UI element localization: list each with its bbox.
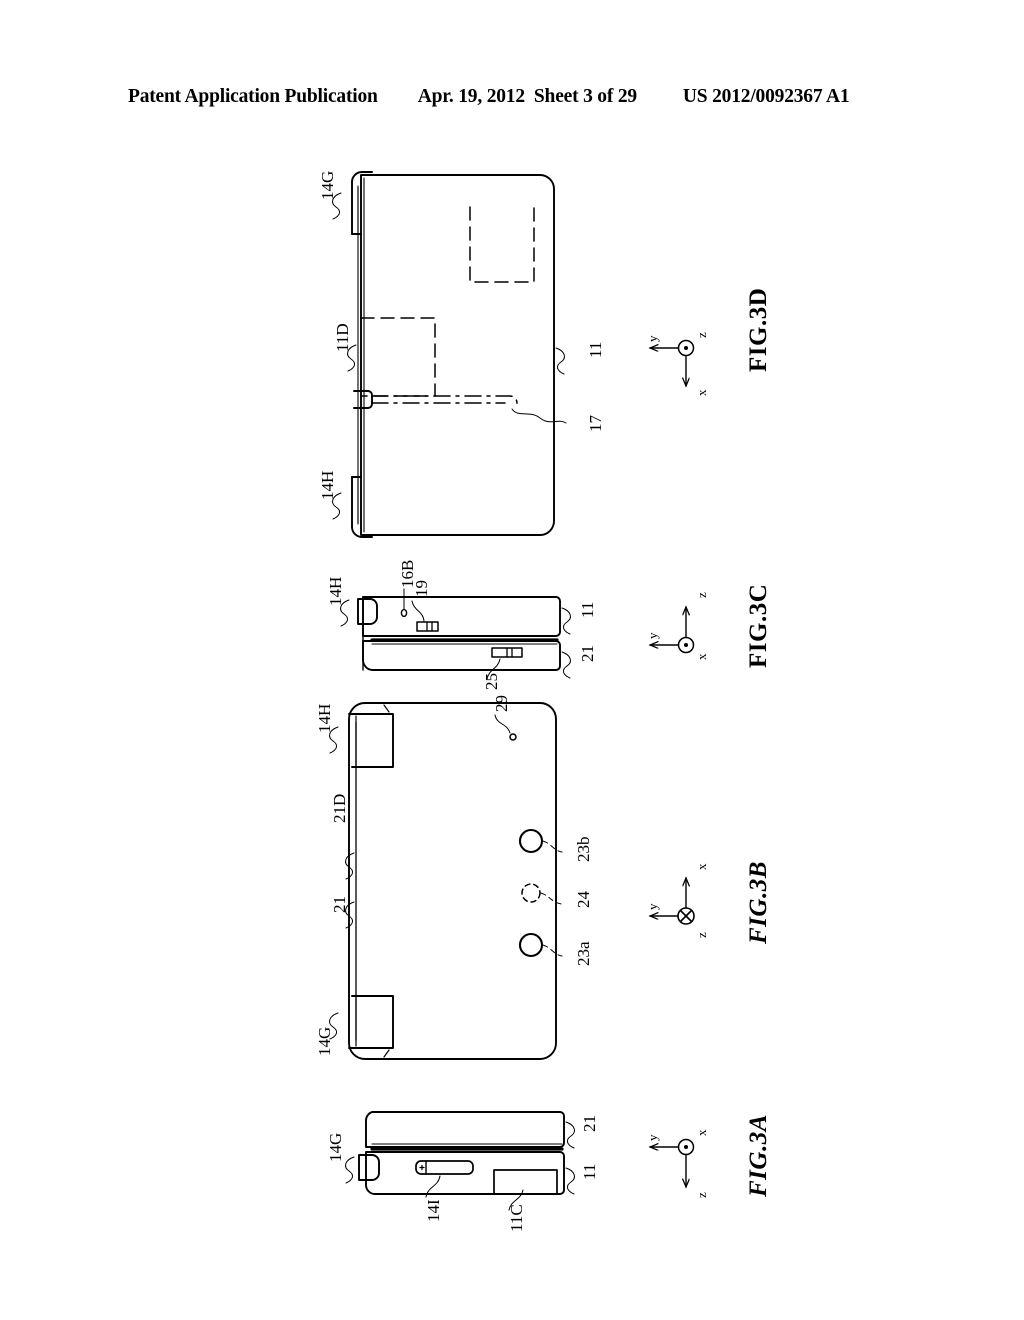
ref-label-14h-fig3b: 14H: [315, 703, 334, 733]
axis-label-y-fig3a: y: [645, 1134, 660, 1142]
axis-label-x-fig3b: x: [694, 863, 709, 871]
patent-figures-svg: [329, 171, 695, 1211]
fig-3c-drawing: [340, 588, 695, 680]
ref-label-14g-fig3d: 14G: [318, 170, 337, 200]
axis-label-y-fig3d: y: [645, 335, 660, 343]
figure-caption-3a: FIG.3A: [745, 1114, 772, 1197]
ref-label-14g-fig3a: 14G: [326, 1132, 345, 1162]
ref-label-21-fig3b: 21: [330, 896, 349, 913]
axis-label-x-fig3d: x: [694, 389, 709, 397]
ref-label-11-fig3c: 11: [578, 601, 597, 618]
axis-label-y-fig3c: y: [645, 632, 660, 640]
axis-label-z-fig3d: z: [694, 332, 709, 338]
axis-label-y-fig3b: y: [645, 903, 660, 911]
ref-label-23b-fig3b: 23b: [574, 836, 593, 863]
figure-caption-3d: FIG.3D: [745, 287, 772, 372]
ref-label-21d-fig3b: 21D: [330, 793, 349, 823]
ref-label-17-fig3d: 17: [586, 415, 605, 432]
ref-label-14h-fig3d: 14H: [318, 470, 337, 500]
axis-label-z-fig3c: z: [694, 592, 709, 598]
fig-3b-drawing: [329, 702, 695, 1060]
ref-label-11-fig3d: 11: [586, 341, 605, 358]
ref-label-14i-fig3a: 14I: [424, 1199, 443, 1222]
ref-label-11c-fig3a: 11C: [507, 1204, 526, 1232]
axis-label-x-fig3a: x: [694, 1129, 709, 1137]
ref-label-29-fig3b: 29: [492, 695, 511, 712]
ref-label-24-fig3b: 24: [574, 891, 593, 908]
ref-label-21-fig3a: 21: [580, 1115, 599, 1132]
ref-label-25-fig3c: 25: [482, 673, 501, 690]
axis-label-x-fig3c: x: [694, 653, 709, 661]
ref-label-21-fig3c: 21: [578, 645, 597, 662]
axis-label-z-fig3b: z: [694, 932, 709, 938]
fig-3a-drawing: [345, 1111, 695, 1211]
figure-caption-3c: FIG.3C: [745, 583, 772, 668]
ref-label-19-fig3c: 19: [412, 580, 431, 597]
ref-label-23a-fig3b: 23a: [574, 941, 593, 966]
fig-3d-drawing: [332, 171, 695, 538]
patent-drawing-canvas: [0, 0, 1024, 1320]
ref-label-11-fig3a: 11: [580, 1163, 599, 1180]
ref-label-14h-fig3c: 14H: [326, 576, 345, 606]
axis-label-z-fig3a: z: [694, 1192, 709, 1198]
figure-caption-3b: FIG.3B: [745, 861, 772, 944]
ref-label-14g-fig3b: 14G: [315, 1026, 334, 1056]
ref-label-11d-fig3d: 11D: [333, 323, 352, 352]
